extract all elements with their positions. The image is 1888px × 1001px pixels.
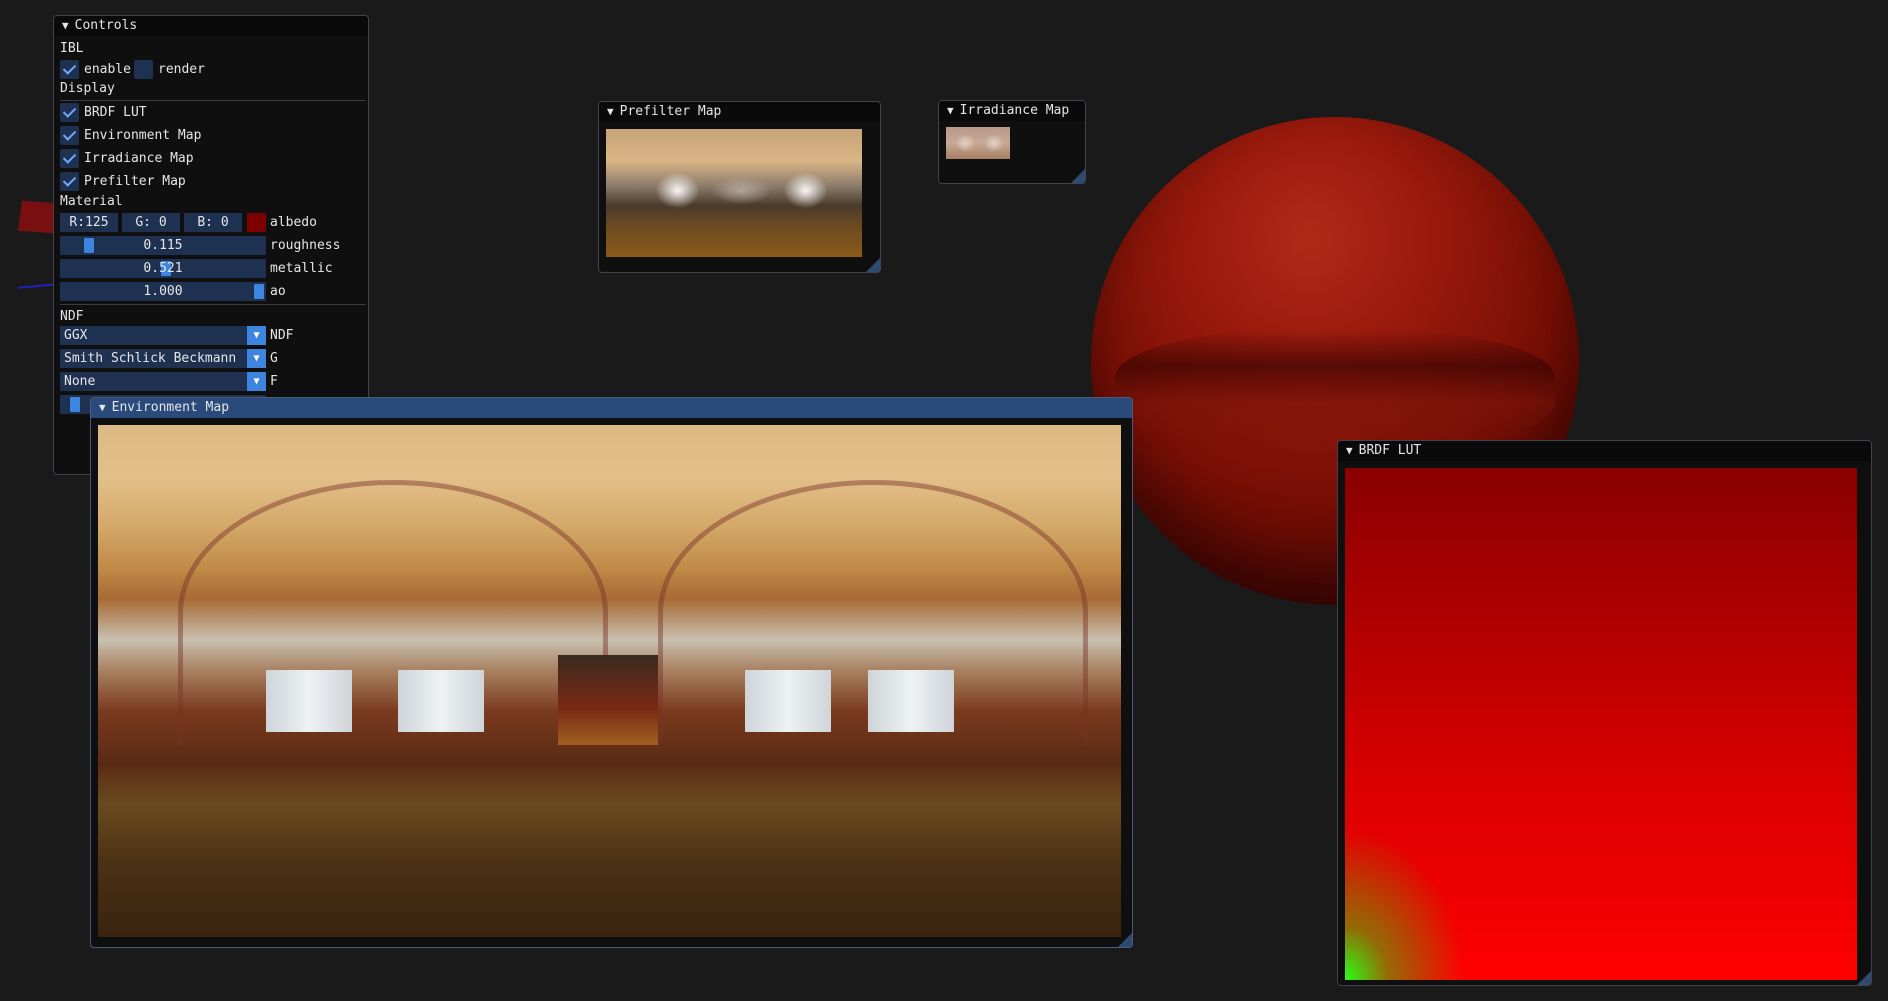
prefilter-map-image	[606, 129, 862, 257]
chevron-down-icon[interactable]: ▼	[247, 372, 266, 391]
environment-map-image	[98, 425, 1121, 937]
roughness-grab[interactable]	[84, 238, 94, 253]
roughness-slider[interactable]: 0.115	[60, 236, 266, 255]
sphere-reflection-band	[1115, 330, 1555, 450]
f-select-label: F	[270, 374, 278, 389]
irradiance-map-checkbox[interactable]	[60, 149, 79, 168]
f-select-value: None	[64, 374, 96, 389]
brdf-lut-label: BRDF LUT	[84, 105, 147, 120]
ao-label: ao	[270, 284, 286, 299]
brdf-lut-window: ▼ BRDF LUT	[1337, 440, 1872, 986]
albedo-color-swatch[interactable]	[247, 213, 266, 232]
environment-titlebar[interactable]: ▼ Environment Map	[91, 398, 1132, 418]
irradiance-map-window: ▼ Irradiance Map	[938, 100, 1086, 184]
ndf-header: NDF	[60, 309, 84, 324]
metallic-label: metallic	[270, 261, 333, 276]
display-separator	[60, 100, 366, 101]
metallic-slider[interactable]: 0.521	[60, 259, 266, 278]
enable-label: enable	[84, 62, 131, 77]
display-header: Display	[60, 81, 115, 96]
g-select-value: Smith Schlick Beckmann	[64, 351, 237, 366]
irradiance-titlebar[interactable]: ▼ Irradiance Map	[939, 101, 1085, 121]
roughness-label: roughness	[270, 238, 341, 253]
enable-checkbox[interactable]	[60, 60, 79, 79]
render-label: render	[158, 62, 205, 77]
prefilter-map-label: Prefilter Map	[84, 174, 186, 189]
ibl-header: IBL	[60, 41, 84, 56]
environment-resize-grip[interactable]	[1118, 933, 1132, 947]
ceiling-arch-left	[178, 480, 608, 745]
collapse-icon[interactable]: ▼	[607, 102, 614, 122]
irradiance-map-label: Irradiance Map	[84, 151, 194, 166]
environment-map-label: Environment Map	[84, 128, 202, 143]
prefilter-resize-grip[interactable]	[866, 258, 880, 272]
albedo-b-field[interactable]: B: 0	[184, 213, 242, 232]
window-panel-2	[398, 670, 484, 732]
central-altar	[558, 655, 658, 745]
prefilter-titlebar[interactable]: ▼ Prefilter Map	[599, 102, 880, 122]
prefilter-map-window: ▼ Prefilter Map	[598, 101, 881, 273]
roughness-value: 0.115	[143, 238, 183, 253]
g-select[interactable]: Smith Schlick Beckmann ▼	[60, 349, 266, 368]
window-panel-1	[266, 670, 352, 732]
ndf-select-value: GGX	[64, 328, 88, 343]
window-panel-3	[745, 670, 831, 732]
ndf-separator	[60, 304, 366, 305]
ao-slider[interactable]: 1.000	[60, 282, 266, 301]
albedo-label: albedo	[270, 215, 317, 230]
ao-value: 1.000	[143, 284, 183, 299]
brdf-title: BRDF LUT	[1358, 443, 1422, 458]
albedo-g-field[interactable]: G: 0	[122, 213, 180, 232]
collapse-icon[interactable]: ▼	[99, 398, 106, 418]
brdf-lut-image	[1345, 468, 1857, 980]
chevron-down-icon[interactable]: ▼	[247, 326, 266, 345]
controls-titlebar[interactable]: ▼ Controls	[54, 16, 368, 36]
brdf-titlebar[interactable]: ▼ BRDF LUT	[1338, 441, 1871, 461]
hidden-slider-grab[interactable]	[70, 397, 80, 412]
metallic-value: 0.521	[143, 261, 183, 276]
chevron-down-icon[interactable]: ▼	[247, 349, 266, 368]
collapse-icon[interactable]: ▼	[1346, 441, 1353, 461]
window-panel-4	[868, 670, 954, 732]
brdf-resize-grip[interactable]	[1857, 971, 1871, 985]
material-header: Material	[60, 194, 123, 209]
irradiance-title: Irradiance Map	[959, 103, 1070, 118]
collapse-icon[interactable]: ▼	[947, 101, 954, 121]
prefilter-title: Prefilter Map	[619, 104, 722, 119]
irradiance-resize-grip[interactable]	[1071, 169, 1085, 183]
render-checkbox[interactable]	[134, 60, 153, 79]
irradiance-map-image	[946, 127, 1010, 159]
f-select[interactable]: None ▼	[60, 372, 266, 391]
ndf-select-label: NDF	[270, 328, 294, 343]
brdf-lut-checkbox[interactable]	[60, 103, 79, 122]
environment-map-window: ▼ Environment Map	[90, 397, 1133, 948]
environment-map-checkbox[interactable]	[60, 126, 79, 145]
g-select-label: G	[270, 351, 278, 366]
collapse-icon[interactable]: ▼	[62, 16, 69, 36]
environment-title: Environment Map	[111, 400, 230, 415]
prefilter-map-checkbox[interactable]	[60, 172, 79, 191]
albedo-r-field[interactable]: R:125	[60, 213, 118, 232]
ao-grab[interactable]	[254, 284, 264, 299]
controls-title: Controls	[74, 18, 138, 33]
gizmo-axis-line	[17, 283, 59, 289]
ndf-select[interactable]: GGX ▼	[60, 326, 266, 345]
